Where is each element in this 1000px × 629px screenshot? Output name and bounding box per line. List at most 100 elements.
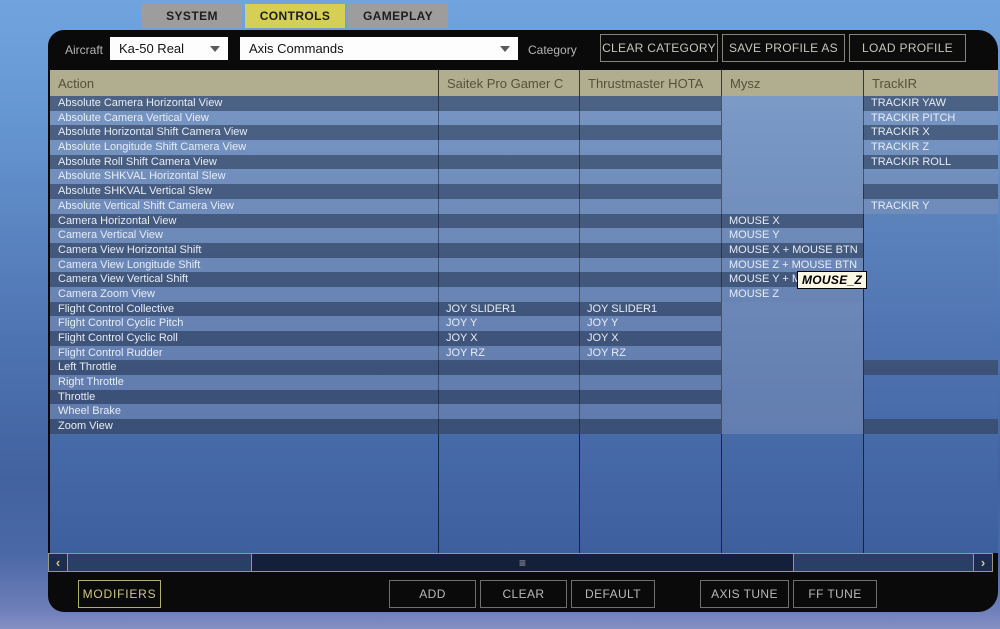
cell-saitek[interactable]: JOY Y <box>438 316 579 331</box>
category-dropdown[interactable]: Axis Commands <box>240 37 518 60</box>
column-header-action[interactable]: Action <box>50 70 438 96</box>
clear-button[interactable]: CLEAR <box>480 580 567 608</box>
cell-thrustmaster[interactable] <box>579 228 721 243</box>
cell-mouse[interactable] <box>721 345 863 361</box>
tab-gameplay[interactable]: GAMEPLAY <box>348 4 448 28</box>
cell-trackir[interactable] <box>863 243 998 258</box>
table-row[interactable]: Absolute Camera Vertical View TRACKIR PIT… <box>50 110 998 126</box>
cell-saitek[interactable] <box>438 169 579 185</box>
cell-trackir[interactable]: TRACKIR ROLL <box>863 154 998 170</box>
clear-category-button[interactable]: CLEAR CATEGORY <box>600 34 718 62</box>
cell-saitek[interactable] <box>438 110 579 126</box>
cell-saitek[interactable] <box>438 419 579 434</box>
cell-saitek[interactable] <box>438 242 579 258</box>
cell-mouse[interactable] <box>721 96 863 111</box>
table-row[interactable]: Absolute Longitude Shift Camera View TRAC… <box>50 140 998 155</box>
save-profile-as-button[interactable]: SAVE PROFILE AS <box>722 34 845 62</box>
cell-saitek[interactable] <box>438 404 579 420</box>
cell-saitek[interactable] <box>438 375 579 390</box>
cell-saitek[interactable] <box>438 389 579 405</box>
table-row[interactable]: Wheel Brake <box>50 404 998 420</box>
cell-thrustmaster[interactable] <box>579 140 721 155</box>
cell-trackir[interactable] <box>863 302 998 317</box>
cell-action[interactable]: Zoom View <box>50 419 438 434</box>
cell-trackir[interactable] <box>863 184 998 199</box>
cell-saitek[interactable] <box>438 96 579 111</box>
scrollbar-thumb[interactable]: ≡ <box>251 554 794 571</box>
table-row[interactable]: Right Throttle <box>50 375 998 390</box>
cell-thrustmaster[interactable] <box>579 198 721 214</box>
cell-saitek[interactable] <box>438 257 579 273</box>
cell-thrustmaster[interactable] <box>579 213 721 229</box>
cell-mouse[interactable] <box>721 419 863 434</box>
cell-action[interactable]: Camera View Longitude Shift <box>50 257 438 273</box>
cell-saitek[interactable]: JOY RZ <box>438 345 579 361</box>
column-header-thrustmaster[interactable]: Thrustmaster HOTA <box>579 70 721 96</box>
cell-thrustmaster[interactable] <box>579 169 721 185</box>
column-header-mouse[interactable]: Mysz <box>721 70 863 96</box>
cell-thrustmaster[interactable] <box>579 286 721 302</box>
cell-thrustmaster[interactable]: JOY Y <box>579 316 721 331</box>
cell-mouse[interactable] <box>721 125 863 141</box>
cell-saitek[interactable] <box>438 140 579 155</box>
table-row[interactable]: Absolute Horizontal Shift Camera View TRA… <box>50 125 998 141</box>
cell-saitek[interactable] <box>438 286 579 302</box>
table-row[interactable]: Absolute Camera Horizontal View TRACKIR Y… <box>50 96 998 111</box>
cell-mouse[interactable] <box>721 184 863 199</box>
cell-thrustmaster[interactable]: JOY RZ <box>579 345 721 361</box>
cell-action[interactable]: Absolute Horizontal Shift Camera View <box>50 125 438 141</box>
table-row[interactable]: Left Throttle <box>50 360 998 376</box>
column-header-trackir[interactable]: TrackIR <box>863 70 998 96</box>
cell-trackir[interactable] <box>863 287 998 302</box>
cell-mouse[interactable] <box>721 110 863 126</box>
modifiers-button[interactable]: MODIFIERS <box>78 580 161 608</box>
cell-saitek[interactable] <box>438 213 579 229</box>
table-row[interactable]: Absolute SHKVAL Horizontal Slew <box>50 169 998 185</box>
cell-trackir[interactable]: TRACKIR Z <box>863 140 998 155</box>
cell-saitek[interactable] <box>438 360 579 376</box>
cell-mouse[interactable] <box>721 301 863 317</box>
table-row[interactable]: Camera Vertical View MOUSE Y <box>50 228 998 243</box>
cell-action[interactable]: Right Throttle <box>50 375 438 390</box>
cell-trackir[interactable] <box>863 346 998 361</box>
cell-mouse[interactable] <box>721 375 863 390</box>
scrollbar-track[interactable] <box>794 554 973 571</box>
cell-saitek[interactable]: JOY SLIDER1 <box>438 301 579 317</box>
cell-action[interactable]: Absolute Camera Horizontal View <box>50 96 438 111</box>
cell-trackir[interactable] <box>863 360 998 376</box>
cell-action[interactable]: Absolute SHKVAL Horizontal Slew <box>50 169 438 185</box>
cell-thrustmaster[interactable] <box>579 389 721 405</box>
cell-mouse[interactable] <box>721 140 863 155</box>
table-row[interactable]: Camera View Horizontal Shift MOUSE X + MO… <box>50 242 998 258</box>
cell-action[interactable]: Throttle <box>50 389 438 405</box>
cell-action[interactable]: Camera View Horizontal Shift <box>50 242 438 258</box>
table-row[interactable]: Zoom View <box>50 419 998 434</box>
axis-tune-button[interactable]: AXIS TUNE <box>700 580 789 608</box>
table-row[interactable]: Absolute Vertical Shift Camera View TRACK… <box>50 198 998 214</box>
cell-action[interactable]: Absolute Camera Vertical View <box>50 110 438 126</box>
cell-thrustmaster[interactable] <box>579 404 721 420</box>
tab-system[interactable]: SYSTEM <box>142 4 242 28</box>
cell-saitek[interactable] <box>438 198 579 214</box>
cell-mouse[interactable]: MOUSE X + MOUSE BTN <box>721 242 863 258</box>
cell-action[interactable]: Flight Control Cyclic Pitch <box>50 316 438 331</box>
cell-mouse[interactable] <box>721 154 863 170</box>
cell-trackir[interactable] <box>863 375 998 390</box>
cell-thrustmaster[interactable]: JOY X <box>579 331 721 346</box>
cell-action[interactable]: Absolute Vertical Shift Camera View <box>50 198 438 214</box>
cell-saitek[interactable] <box>438 154 579 170</box>
cell-trackir[interactable] <box>863 258 998 273</box>
ff-tune-button[interactable]: FF TUNE <box>793 580 877 608</box>
cell-mouse[interactable]: MOUSE X <box>721 213 863 229</box>
cell-trackir[interactable]: TRACKIR Y <box>863 198 998 214</box>
cell-thrustmaster[interactable] <box>579 375 721 390</box>
cell-thrustmaster[interactable] <box>579 272 721 287</box>
table-row[interactable]: Absolute Roll Shift Camera View TRACKIR R… <box>50 154 998 170</box>
table-row[interactable]: Flight Control Cyclic Pitch JOY Y JOY Y <box>50 316 998 331</box>
cell-trackir[interactable]: TRACKIR X <box>863 125 998 141</box>
cell-saitek[interactable] <box>438 125 579 141</box>
default-button[interactable]: DEFAULT <box>571 580 655 608</box>
cell-thrustmaster[interactable] <box>579 96 721 111</box>
cell-trackir[interactable] <box>863 316 998 331</box>
cell-trackir[interactable] <box>863 404 998 419</box>
